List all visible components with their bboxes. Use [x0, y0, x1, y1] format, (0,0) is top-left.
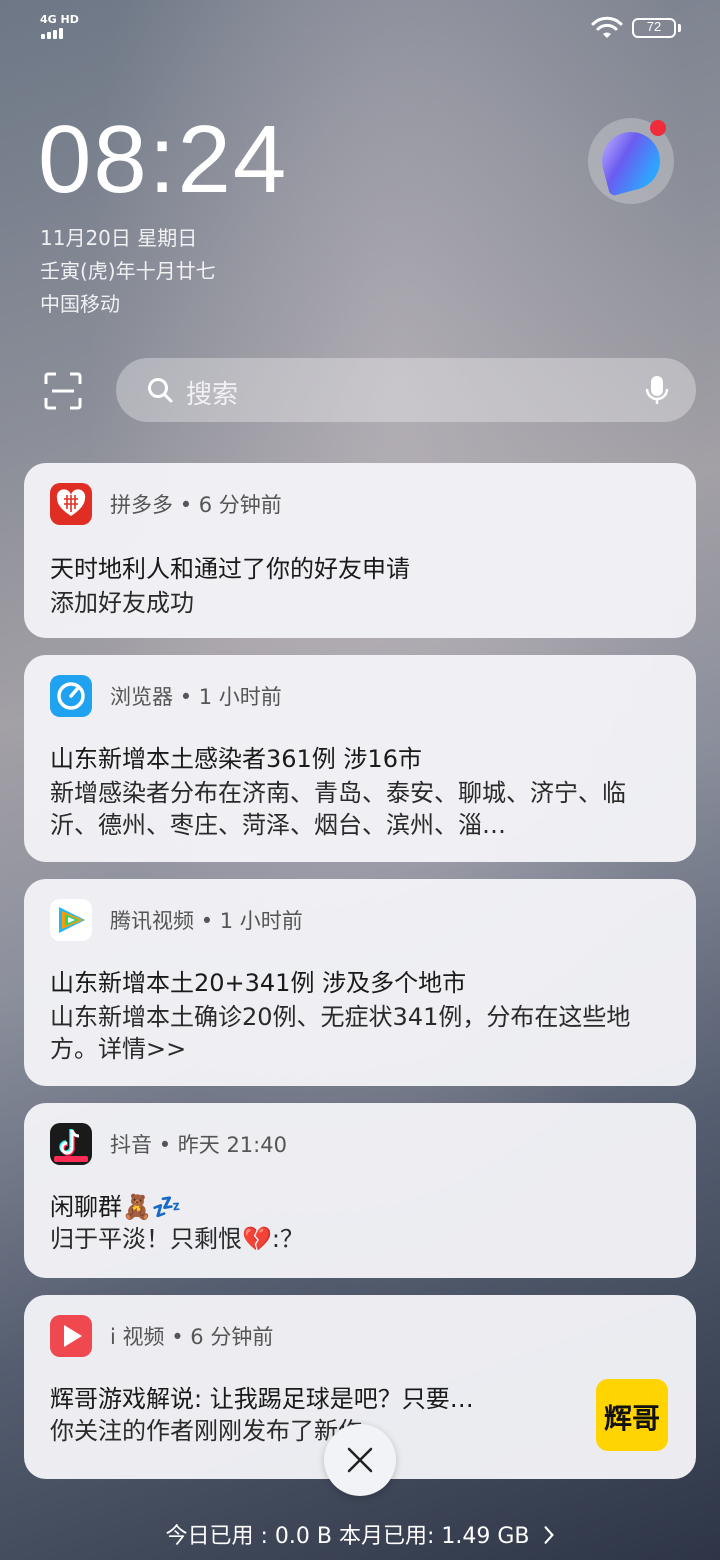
- notification-title: 闲聊群🧸💤: [50, 1193, 182, 1221]
- battery-tip: [678, 24, 681, 32]
- separator-dot: •: [179, 493, 193, 517]
- battery-icon: 72: [632, 18, 676, 38]
- battery-level: 72: [646, 19, 662, 34]
- data-usage-link[interactable]: 今日已用 : 0.0 B 本月已用: 1.49 GB: [0, 1518, 720, 1550]
- notification-title: 天时地利人和通过了你的好友申请: [50, 555, 410, 583]
- ivideo-app-icon: [50, 1315, 92, 1357]
- search-bar[interactable]: 搜索: [116, 358, 696, 422]
- notification-time: 6 分钟前: [198, 493, 282, 517]
- microphone-icon[interactable]: [644, 374, 670, 406]
- notification-card[interactable]: 腾讯视频 • 1 小时前 山东新增本土20+341例 涉及多个地市 山东新增本土…: [24, 879, 696, 1086]
- lunar-date-text: 壬寅(虎)年十月廿七: [40, 259, 216, 283]
- notification-meta: 腾讯视频 • 1 小时前: [110, 905, 303, 935]
- browser-app-icon: [50, 675, 92, 717]
- notification-card[interactable]: 抖音 • 昨天 21:40 闲聊群🧸💤 归于平淡！只剩恨💔:？: [24, 1103, 696, 1278]
- wifi-icon: [591, 16, 623, 38]
- status-bar: 4G HD 72: [0, 0, 720, 56]
- app-name: 腾讯视频: [110, 909, 194, 933]
- notification-time: 1 小时前: [219, 909, 303, 933]
- notification-card[interactable]: 拼多多 • 6 分钟前 天时地利人和通过了你的好友申请 添加好友成功: [24, 463, 696, 638]
- assistant-icon: [595, 125, 667, 197]
- chevron-right-icon: [544, 1526, 554, 1544]
- separator-dot: •: [158, 1133, 172, 1157]
- app-name: i 视频: [110, 1325, 165, 1349]
- close-icon: [347, 1447, 373, 1473]
- scan-icon[interactable]: [44, 372, 82, 410]
- signal-icon: [41, 27, 71, 39]
- douyin-app-icon: [50, 1123, 92, 1165]
- notification-meta: 抖音 • 昨天 21:40: [110, 1129, 287, 1159]
- lock-clock: 08:24: [38, 106, 289, 213]
- notification-meta: i 视频 • 6 分钟前: [110, 1321, 273, 1351]
- notification-body: 山东新增本土确诊20例、无症状341例，分布在这些地方。详情>>: [50, 1003, 631, 1063]
- app-name: 抖音: [110, 1133, 152, 1157]
- date-text: 11月20日 星期日: [40, 226, 198, 250]
- pinduoduo-app-icon: [50, 483, 92, 525]
- tencent-video-app-icon: [50, 899, 92, 941]
- voice-assistant-button[interactable]: [588, 118, 674, 204]
- notification-time: 6 分钟前: [190, 1325, 274, 1349]
- notification-meta: 浏览器 • 1 小时前: [110, 681, 282, 711]
- notification-time: 1 小时前: [198, 685, 282, 709]
- notification-time: 昨天 21:40: [177, 1133, 287, 1157]
- data-usage-text: 今日已用 : 0.0 B 本月已用: 1.49 GB: [165, 1524, 530, 1549]
- notification-title: 山东新增本土20+341例 涉及多个地市: [50, 969, 467, 997]
- notification-body: 添加好友成功: [50, 589, 194, 617]
- separator-dot: •: [179, 685, 193, 709]
- search-icon: [148, 378, 173, 403]
- notification-card[interactable]: 浏览器 • 1 小时前 山东新增本土感染者361例 涉16市 新增感染者分布在济…: [24, 655, 696, 862]
- notification-title: 辉哥游戏解说: 让我踢足球是吧？只要…: [50, 1385, 474, 1413]
- notification-body: 归于平淡！只剩恨💔:？: [50, 1225, 304, 1253]
- search-placeholder: 搜索: [186, 380, 239, 410]
- notification-body: 你关注的作者刚刚发布了新作: [50, 1417, 362, 1445]
- separator-dot: •: [171, 1325, 184, 1349]
- app-name: 浏览器: [110, 685, 173, 709]
- notification-thumbnail: 辉哥: [596, 1379, 668, 1451]
- network-type: 4G HD: [40, 13, 79, 26]
- separator-dot: •: [200, 909, 214, 933]
- notification-dot: [650, 120, 666, 136]
- thumbnail-text: 辉哥: [603, 1402, 660, 1435]
- app-name: 拼多多: [110, 493, 173, 517]
- notification-meta: 拼多多 • 6 分钟前: [110, 489, 282, 519]
- notification-title: 山东新增本土感染者361例 涉16市: [50, 745, 422, 773]
- notification-body: 新增感染者分布在济南、青岛、泰安、聊城、济宁、临沂、德州、枣庄、菏泽、烟台、滨州…: [50, 779, 626, 839]
- carrier-text: 中国移动: [40, 292, 120, 316]
- clear-notifications-button[interactable]: [324, 1424, 396, 1496]
